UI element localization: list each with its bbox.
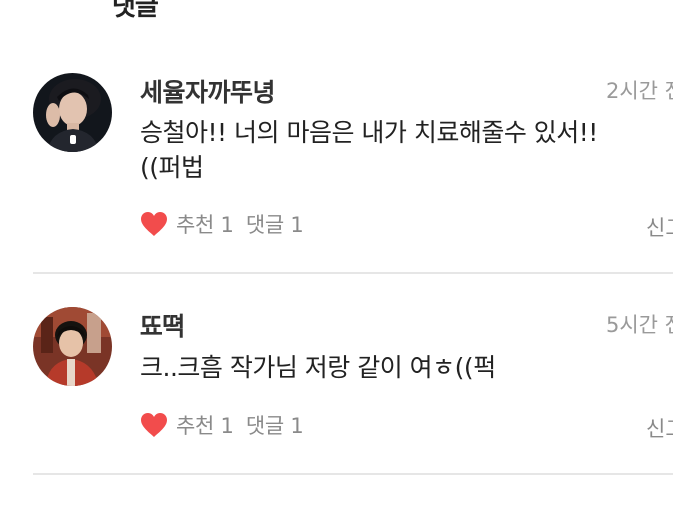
like-count: 1	[220, 213, 234, 237]
comment-text: 크..크흠 작가님 저랑 같이 여ㅎ((퍽	[140, 353, 496, 382]
like-count: 1	[220, 414, 234, 438]
like-label[interactable]: 추천	[176, 414, 214, 438]
report-button[interactable]: 신고	[646, 413, 673, 443]
comment-actions: 추천 1 댓글 1	[140, 410, 304, 440]
heart-icon[interactable]	[140, 412, 168, 438]
avatar[interactable]	[33, 73, 112, 152]
reply-count: 1	[290, 414, 304, 438]
comment-time: 5시간 전	[606, 313, 673, 337]
divider	[33, 272, 673, 274]
report-button[interactable]: 신고	[646, 212, 673, 242]
comment-actions: 추천 1 댓글 1	[140, 209, 304, 239]
reply-count: 1	[290, 213, 304, 237]
divider	[33, 473, 673, 475]
comment-time: 2시간 전	[606, 79, 673, 103]
avatar[interactable]	[33, 307, 112, 386]
like-label[interactable]: 추천	[176, 213, 214, 237]
page-title: 댓글	[112, 0, 159, 22]
reply-label[interactable]: 댓글	[246, 414, 284, 438]
comment-text: 승철아!! 너의 마음은 내가 치료해줄수 있서!! ((퍼법	[140, 118, 598, 182]
reply-label[interactable]: 댓글	[246, 213, 284, 237]
comment-author[interactable]: 세율자까뚜녕	[140, 73, 276, 109]
comment-author[interactable]: 뚀뗙	[140, 307, 186, 343]
heart-icon[interactable]	[140, 211, 168, 237]
